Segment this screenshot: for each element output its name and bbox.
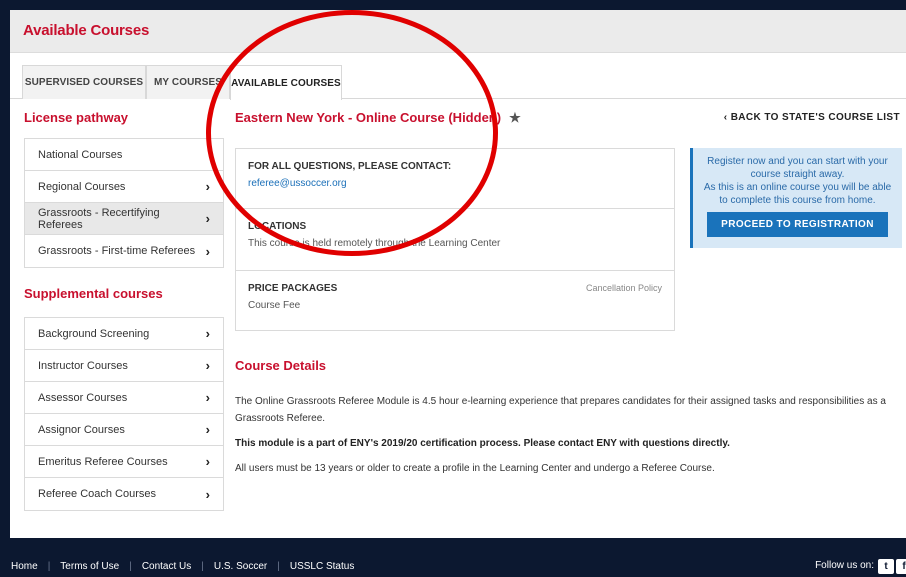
footer-separator: | [277, 561, 280, 572]
back-to-course-list-link[interactable]: ‹ BACK TO STATE'S COURSE LIST [724, 112, 900, 123]
chevron-right-icon: › [205, 179, 210, 194]
sidebar-item-label: Emeritus Referee Courses [38, 455, 168, 468]
license-pathway-list: National Courses Regional Courses › Gras… [24, 138, 224, 268]
register-text-2: As this is an online course you will be … [703, 182, 892, 206]
course-details-heading: Course Details [235, 358, 327, 373]
details-paragraph: The Online Grassroots Referee Module is … [235, 396, 886, 424]
footer-link-contact[interactable]: Contact Us [142, 561, 191, 572]
license-pathway-heading: License pathway [24, 110, 129, 125]
price-value: Course Fee [248, 300, 301, 311]
page-frame: Available Courses SUPERVISED COURSES MY … [10, 10, 906, 538]
sidebar-item-regional-courses[interactable]: Regional Courses › [25, 171, 223, 203]
sidebar-item-grassroots-recertifying[interactable]: Grassroots - Recertifying Referees › [25, 203, 223, 235]
chevron-right-icon: › [205, 486, 210, 502]
star-icon[interactable]: ★ [509, 110, 521, 125]
sidebar-item-national-courses[interactable]: National Courses [25, 139, 223, 171]
tab-available-courses[interactable]: AVAILABLE COURSES [230, 65, 342, 100]
supplemental-courses-list: Background Screening › Instructor Course… [24, 317, 224, 511]
register-text-1: Register now and you can start with your… [707, 156, 888, 180]
supplemental-courses-heading: Supplemental courses [24, 286, 163, 301]
sidebar: License pathway National Courses Regiona… [24, 110, 224, 511]
twitter-icon[interactable]: t [878, 559, 894, 574]
chevron-right-icon: › [205, 390, 210, 405]
footer-separator: | [129, 561, 132, 572]
footer-link-usslc-status[interactable]: USSLC Status [290, 561, 354, 572]
tab-my-courses[interactable]: MY COURSES [146, 65, 230, 99]
sidebar-item-label: Background Screening [38, 327, 150, 340]
sidebar-item-label: Grassroots - Recertifying Referees [38, 206, 160, 231]
contact-label: FOR ALL QUESTIONS, PLEASE CONTACT: [248, 161, 452, 172]
footer-separator: | [47, 561, 51, 572]
sidebar-item-grassroots-first-time[interactable]: Grassroots - First-time Referees › [25, 235, 223, 267]
page-title: Available Courses [23, 22, 150, 39]
follow-us-label: Follow us on: [815, 560, 874, 571]
price-section: Cancellation Policy PRICE PACKAGES Cours… [236, 271, 674, 330]
sidebar-item-label: Regional Courses [38, 180, 126, 193]
details-paragraph: This module is a part of ENY's 2019/20 c… [235, 438, 730, 449]
chevron-right-icon: › [205, 211, 210, 226]
contact-email-link[interactable]: referee@ussoccer.org [248, 178, 662, 189]
course-title-text: Eastern New York - Online Course (Hidden… [235, 110, 502, 125]
tab-supervised-courses[interactable]: SUPERVISED COURSES [22, 65, 146, 99]
sidebar-item-label: Referee Coach Courses [38, 488, 157, 500]
footer-separator: | [201, 561, 204, 572]
course-details-body: The Online Grassroots Referee Module is … [235, 393, 900, 485]
sidebar-item-referee-coach-courses[interactable]: Referee Coach Courses › [25, 478, 223, 510]
locations-section: LOCATIONS This course is held remotely t… [236, 209, 674, 271]
register-panel: Register now and you can start with your… [690, 148, 902, 248]
locations-label: LOCATIONS [248, 221, 307, 232]
locations-value: This course is held remotely through the… [248, 238, 501, 249]
facebook-icon[interactable]: f [896, 559, 906, 574]
contact-section: FOR ALL QUESTIONS, PLEASE CONTACT: refer… [236, 149, 674, 209]
chevron-right-icon: › [205, 326, 210, 341]
sidebar-item-label: Assessor Courses [38, 391, 128, 404]
cancellation-policy-link[interactable]: Cancellation Policy [586, 283, 662, 293]
sidebar-item-label: National Courses [38, 148, 123, 161]
sidebar-item-instructor-courses[interactable]: Instructor Courses › [25, 350, 223, 382]
chevron-right-icon: › [205, 454, 210, 469]
sidebar-item-label: Assignor Courses [38, 423, 125, 436]
chevron-right-icon: › [205, 422, 210, 437]
sidebar-item-assignor-courses[interactable]: Assignor Courses › [25, 414, 223, 446]
footer-link-terms[interactable]: Terms of Use [60, 561, 119, 572]
details-paragraph: All users must be 13 years or older to c… [235, 463, 715, 474]
page-header: Available Courses [10, 10, 906, 53]
course-main: Eastern New York - Online Course (Hidden… [235, 110, 902, 474]
footer-link-home[interactable]: Home [11, 561, 38, 572]
chevron-right-icon: › [205, 358, 210, 373]
sidebar-item-assessor-courses[interactable]: Assessor Courses › [25, 382, 223, 414]
footer-link-us-soccer[interactable]: U.S. Soccer [214, 561, 267, 572]
tab-bar: SUPERVISED COURSES MY COURSES AVAILABLE … [10, 65, 906, 100]
proceed-to-registration-button[interactable]: PROCEED TO REGISTRATION [707, 212, 888, 237]
sidebar-item-background-screening[interactable]: Background Screening › [25, 318, 223, 350]
sidebar-item-emeritus-referee-courses[interactable]: Emeritus Referee Courses › [25, 446, 223, 478]
sidebar-item-label: Grassroots - First-time Referees [38, 245, 196, 257]
sidebar-item-label: Instructor Courses [38, 359, 128, 372]
footer: Home | Terms of Use | Contact Us | U.S. … [0, 556, 906, 577]
course-info-box: FOR ALL QUESTIONS, PLEASE CONTACT: refer… [235, 148, 675, 331]
chevron-right-icon: › [205, 243, 210, 259]
